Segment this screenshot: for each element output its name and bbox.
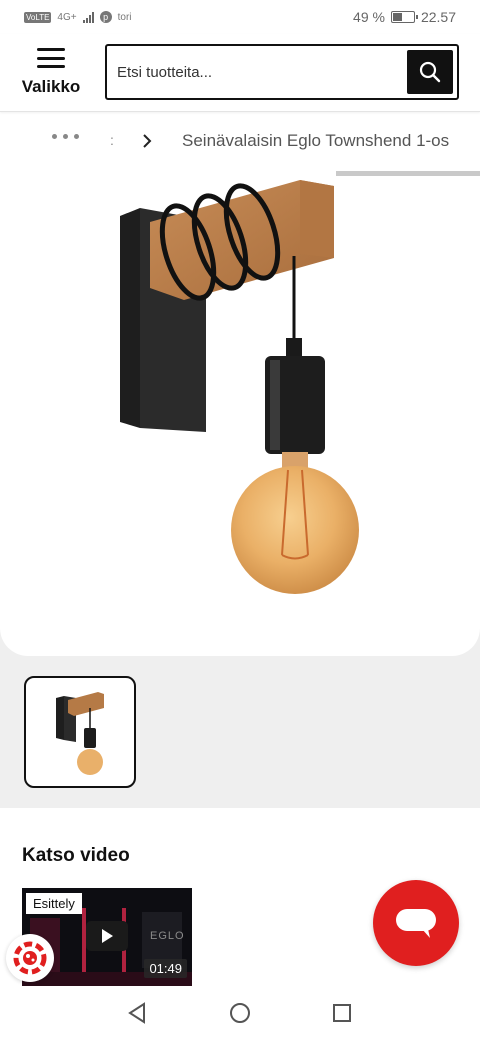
cookie-consent-button[interactable] [6, 934, 54, 982]
breadcrumb-separator: : [110, 132, 114, 148]
battery-percent: 49 % [353, 9, 385, 25]
battery-icon [390, 11, 418, 23]
image-gallery [0, 656, 480, 808]
thumbnail-image [56, 692, 104, 775]
breadcrumb: : Seinävalaisin Eglo Townshend 1-os [0, 120, 480, 164]
breadcrumb-more-button[interactable] [52, 134, 79, 139]
menu-icon [37, 48, 65, 68]
battery-fill [392, 13, 403, 21]
product-image[interactable] [110, 170, 370, 610]
site-header: Valikko [0, 34, 480, 112]
menu-label: Valikko [21, 77, 81, 96]
back-icon[interactable] [126, 1001, 148, 1025]
cookie-icon [13, 941, 47, 975]
network-type: 4G+ [57, 11, 77, 23]
app-notification-label: tori [117, 11, 132, 23]
search-button[interactable] [407, 50, 453, 94]
clock: 22.57 [420, 9, 456, 25]
search-box [105, 44, 459, 100]
search-icon [419, 61, 441, 83]
search-input[interactable] [117, 46, 407, 98]
system-nav-bar [0, 986, 480, 1040]
video-brand-watermark: EGLO [150, 930, 185, 942]
chat-button[interactable] [373, 880, 459, 966]
signal-icon [82, 11, 94, 23]
chat-icon [396, 909, 436, 938]
video-section-heading: Katso video [22, 845, 130, 866]
video-duration: 01:49 [144, 959, 187, 978]
status-bar: VoLTE 4G+ p tori 49 % 22.57 [0, 0, 480, 34]
pinterest-icon: p [99, 11, 112, 23]
breadcrumb-current: Seinävalaisin Eglo Townshend 1-os [182, 131, 450, 150]
play-icon [102, 929, 113, 943]
product-page: VoLTE 4G+ p tori 49 % 22.57 Valikko Etsi… [0, 0, 480, 1040]
play-button[interactable] [86, 921, 128, 951]
status-right: 49 % 22.57 [353, 9, 456, 25]
gallery-thumbnail[interactable] [24, 676, 136, 788]
recents-icon[interactable] [331, 1001, 353, 1025]
menu-button[interactable]: Valikko [20, 44, 82, 100]
video-badge: Esittely [26, 893, 82, 914]
volte-badge: VoLTE [24, 11, 52, 23]
status-left: VoLTE 4G+ p tori [24, 11, 132, 23]
chevron-right-icon [143, 134, 152, 148]
home-icon[interactable] [228, 1001, 252, 1025]
